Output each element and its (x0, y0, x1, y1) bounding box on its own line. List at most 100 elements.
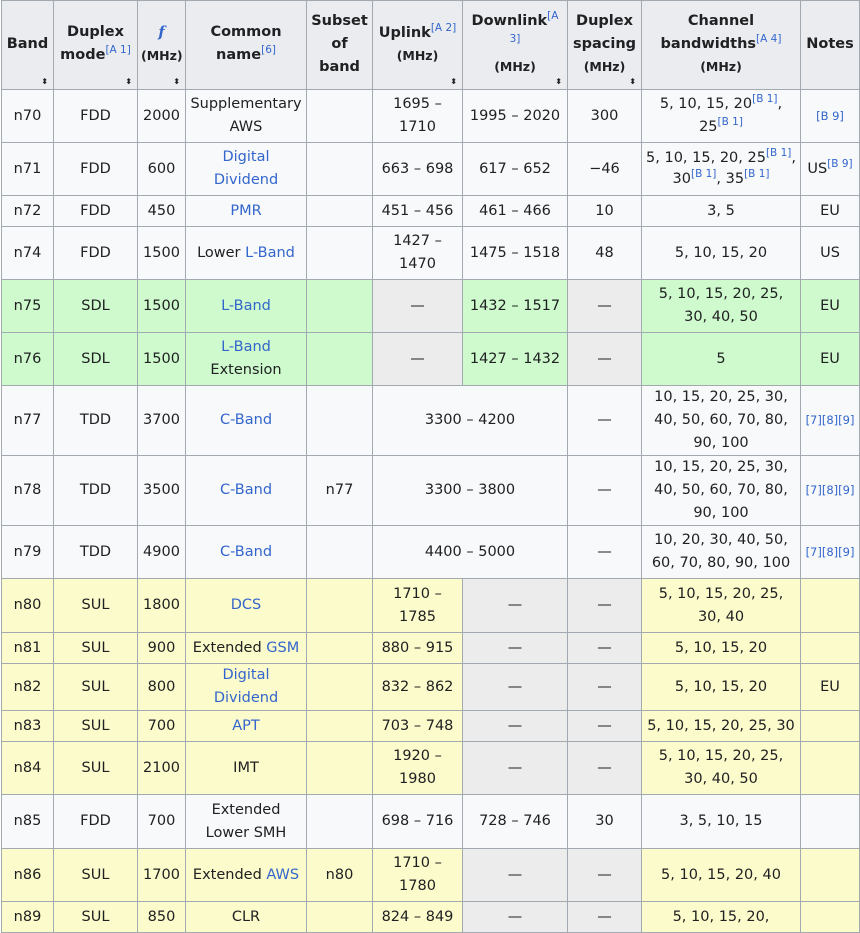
frequency-cell: 600 (137, 142, 186, 196)
downlink-cell: 1995 – 2020 (462, 89, 568, 143)
note-ref-link[interactable]: [B 1] (752, 93, 777, 105)
common-name-link[interactable]: L-Band (245, 245, 295, 261)
notes-cell (800, 794, 860, 849)
sort-icon[interactable]: ⬍ (450, 78, 457, 86)
common-name-link[interactable]: L-Band (221, 339, 271, 355)
common-name-cell: DCS (185, 578, 307, 633)
common-name-link[interactable]: GSM (266, 640, 299, 656)
common-name-link[interactable]: Digital Dividend (214, 667, 278, 706)
common-name-link[interactable]: C-Band (220, 482, 272, 498)
channel-bw-cell: 3, 5 (641, 195, 801, 227)
note-ref-link[interactable]: [B 1] (718, 116, 743, 128)
col-header-common-name[interactable]: Common name[6] (185, 0, 307, 90)
note-ref-link[interactable]: [B 9] (827, 158, 852, 170)
common-name-link[interactable]: DCS (231, 597, 262, 613)
uplink-cell: 824 – 849 (372, 901, 463, 933)
col-header-duplex-mode[interactable]: Duplex mode[A 1] ⬍ (53, 0, 138, 90)
common-name-cell: C-Band (185, 525, 307, 579)
frequency-cell: 1700 (137, 848, 186, 902)
note-ref-link[interactable]: [7][8][9] (806, 545, 855, 559)
note-ref-link[interactable]: [A 2] (431, 22, 456, 34)
common-name-cell: C-Band (185, 385, 307, 456)
channel-bw-cell: 5, 10, 15, 20 (641, 663, 801, 711)
subset-cell (306, 332, 373, 386)
duplex-mode-cell: TDD (53, 385, 138, 456)
channel-bw-cell: 5, 10, 15, 20, 25[B 1], 30[B 1], 35[B 1] (641, 142, 801, 196)
bw-text: 5, 10, 15, 20, 25 (646, 150, 766, 166)
unit-label: (MHz) (583, 59, 626, 74)
notes-cell: US (800, 226, 860, 280)
frequency-cell: 700 (137, 794, 186, 849)
common-name-link[interactable]: C-Band (220, 412, 272, 428)
notes-text: US (807, 160, 828, 177)
note-ref-link[interactable]: [B 9] (816, 109, 844, 123)
frequency-cell: 3500 (137, 455, 186, 526)
subset-cell: n80 (306, 848, 373, 902)
sort-icon[interactable]: ⬍ (555, 78, 562, 86)
bw-text: 25 (699, 119, 718, 135)
sort-icon[interactable]: ⬍ (629, 78, 636, 86)
bw-text: 5, 10, 15, 20 (659, 96, 753, 112)
common-name-link[interactable]: L-Band (221, 298, 271, 314)
note-ref-link[interactable]: [A 1] (105, 44, 130, 56)
note-ref-link[interactable]: [6] (261, 44, 276, 56)
common-name-cell: Digital Dividend (185, 142, 307, 196)
notes-cell: EU (800, 332, 860, 386)
uplink-cell: 663 – 698 (372, 142, 463, 196)
frequency-range-cell: 4400 – 5000 (372, 525, 568, 579)
duplex-spacing-cell: 30 (567, 794, 642, 849)
note-ref-link[interactable]: [B 1] (744, 168, 769, 180)
col-header-duplex-spacing[interactable]: Duplex spacing (MHz) ⬍ (567, 0, 642, 90)
downlink-cell: — (462, 741, 568, 795)
col-header-downlink[interactable]: Downlink[A 3] (MHz) ⬍ (462, 0, 568, 90)
duplex-spacing-cell: — (567, 455, 642, 526)
duplex-mode-cell: FDD (53, 142, 138, 196)
table-row: n79 TDD 4900 C-Band 4400 – 5000 — 10, 20… (1, 525, 860, 579)
unit-label: (MHz) (396, 47, 439, 63)
uplink-cell: 1695 – 1710 (372, 89, 463, 143)
notes-cell (800, 578, 860, 633)
common-name-link[interactable]: APT (232, 718, 260, 734)
common-name-link[interactable]: C-Band (220, 544, 272, 560)
table-row: n80 SUL 1800 DCS 1710 – 1785 — — 5, 10, … (1, 578, 860, 633)
col-header-band[interactable]: Band ⬍ (1, 0, 54, 90)
col-header-subset: Subset of band (306, 0, 373, 90)
uplink-cell: 1427 – 1470 (372, 226, 463, 280)
note-ref-link[interactable]: [7][8][9] (806, 413, 855, 427)
common-name-cell: PMR (185, 195, 307, 227)
band-cell: n77 (1, 385, 54, 456)
common-name-link[interactable]: PMR (230, 203, 261, 219)
common-name-link[interactable]: Digital Dividend (214, 149, 278, 188)
downlink-cell: 728 – 746 (462, 794, 568, 849)
note-ref-link[interactable]: [7][8][9] (806, 483, 855, 497)
common-name-cell: APT (185, 710, 307, 742)
notes-cell (800, 632, 860, 664)
downlink-cell: 461 – 466 (462, 195, 568, 227)
common-name-link[interactable]: AWS (266, 867, 299, 883)
sort-icon[interactable]: ⬍ (41, 78, 48, 86)
band-cell: n85 (1, 794, 54, 849)
band-cell: n84 (1, 741, 54, 795)
notes-cell (800, 901, 860, 933)
uplink-cell: — (372, 332, 463, 386)
note-ref-link[interactable]: [A 4] (756, 33, 781, 45)
sort-icon[interactable]: ⬍ (173, 78, 180, 86)
frequency-symbol-icon[interactable]: f (158, 24, 164, 41)
note-ref-link[interactable]: [B 1] (766, 147, 791, 159)
uplink-cell: 832 – 862 (372, 663, 463, 711)
channel-bw-cell: 10, 15, 20, 25, 30, 40, 50, 60, 70, 80, … (641, 455, 801, 526)
col-header-frequency[interactable]: f (MHz) ⬍ (137, 0, 186, 90)
duplex-spacing-cell: — (567, 332, 642, 386)
col-header-uplink[interactable]: Uplink[A 2] (MHz) ⬍ (372, 0, 463, 90)
notes-cell: [B 9] (800, 89, 860, 143)
channel-bw-cell: 5, 10, 15, 20[B 1], 25[B 1] (641, 89, 801, 143)
band-cell: n75 (1, 279, 54, 333)
table-row: n82 SUL 800 Digital Dividend 832 – 862 —… (1, 663, 860, 711)
sort-icon[interactable]: ⬍ (125, 78, 132, 86)
common-name-text: Extended (192, 639, 262, 656)
common-name-cell: Extended AWS (185, 848, 307, 902)
note-ref-link[interactable]: [B 1] (691, 168, 716, 180)
table-row: n83 SUL 700 APT 703 – 748 — — 5, 10, 15,… (1, 710, 860, 742)
frequency-cell: 450 (137, 195, 186, 227)
common-name-text: Extension (210, 362, 282, 378)
